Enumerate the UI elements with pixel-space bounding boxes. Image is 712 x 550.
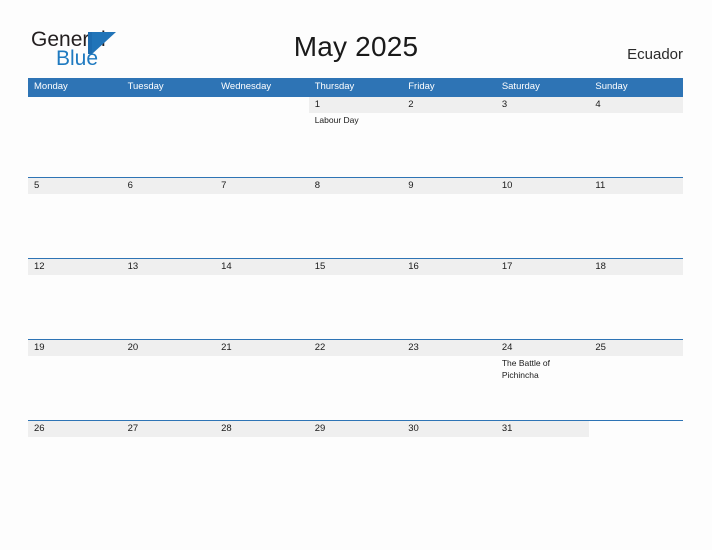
day-number: 26 (34, 423, 45, 434)
week-days-layer: 1 Labour Day 2 3 4 (28, 97, 683, 177)
calendar-day-cell[interactable]: 5 (28, 178, 122, 258)
calendar-day-cell[interactable]: 22 (309, 340, 403, 420)
calendar-day-cell[interactable]: 3 (496, 97, 590, 177)
day-events: The Battle of Pichincha (502, 358, 590, 381)
day-number: 2 (408, 99, 414, 110)
calendar-day-cell[interactable]: 20 (122, 340, 216, 420)
calendar-day-cell[interactable]: 30 (402, 421, 496, 501)
day-number: 22 (314, 342, 326, 353)
day-number: 29 (314, 423, 326, 434)
calendar-day-cell[interactable]: 14 (215, 259, 309, 339)
calendar-week-row: 12 13 14 15 16 17 18 (28, 258, 683, 339)
calendar-week-row: 5 6 7 8 9 10 11 (28, 177, 683, 258)
day-events: Labour Day (315, 115, 403, 127)
calendar-day-cell[interactable]: 13 (122, 259, 216, 339)
calendar-day-cell[interactable]: 6 (122, 178, 216, 258)
calendar-week-row: 26 27 28 29 30 31 (28, 420, 683, 501)
week-days-layer: 19 20 21 22 23 24 The Battle of Pichincha 25 (28, 340, 683, 420)
calendar-day-cell[interactable]: 4 (589, 97, 683, 177)
weekday-header-thursday: Thursday (314, 81, 355, 92)
day-number: 20 (127, 342, 139, 353)
weekday-header-saturday: Saturday (501, 81, 540, 92)
day-number: 13 (127, 261, 139, 272)
day-number: 6 (127, 180, 133, 191)
weekday-header-row: Monday Tuesday Wednesday Thursday Friday… (28, 78, 683, 96)
region-label: Ecuador (627, 46, 683, 63)
week-days-layer: 12 13 14 15 16 17 18 (28, 259, 683, 339)
calendar-day-cell[interactable]: 21 (215, 340, 309, 420)
weekday-header-wednesday: Wednesday (221, 81, 272, 92)
calendar-day-cell[interactable]: 7 (215, 178, 309, 258)
calendar-day-cell[interactable]: 16 (402, 259, 496, 339)
week-days-layer: 5 6 7 8 9 10 11 (28, 178, 683, 258)
calendar-day-cell[interactable]: 17 (496, 259, 590, 339)
calendar-day-cell[interactable]: 24 The Battle of Pichincha (496, 340, 590, 420)
calendar-day-cell[interactable]: 25 (589, 340, 683, 420)
day-number: 3 (501, 99, 508, 110)
day-number: 19 (34, 342, 45, 353)
day-number: 12 (34, 261, 45, 272)
calendar-day-cell-empty (28, 97, 122, 177)
day-number: 15 (314, 261, 326, 272)
calendar-day-cell[interactable]: 27 (122, 421, 216, 501)
day-number: 25 (595, 342, 606, 353)
calendar-day-cell[interactable]: 11 (589, 178, 683, 258)
day-number: 21 (221, 342, 232, 353)
calendar-day-cell[interactable]: 31 (496, 421, 590, 501)
calendar-day-cell[interactable]: 18 (589, 259, 683, 339)
holiday-event-label: The Battle of Pichincha (501, 358, 551, 380)
calendar-day-cell[interactable]: 12 (28, 259, 122, 339)
day-number: 11 (595, 180, 606, 191)
weekday-header-sunday: Sunday (595, 81, 628, 92)
calendar-weeks: 1 Labour Day 2 3 4 5 6 7 8 9 10 11 12 13 14 15 16 17 18 19 2… (28, 96, 683, 501)
day-number: 27 (127, 423, 139, 434)
calendar-week-row: 19 20 21 22 23 24 The Battle of Pichincha 25 (28, 339, 683, 420)
calendar-grid: Monday Tuesday Wednesday Thursday Friday… (28, 78, 683, 501)
page-title: May 2025 (293, 31, 419, 62)
day-number: 9 (408, 180, 414, 191)
day-number: 31 (501, 423, 513, 434)
day-number: 16 (408, 261, 419, 272)
day-number: 1 (314, 99, 320, 110)
calendar-day-cell[interactable]: 28 (215, 421, 309, 501)
day-number: 5 (34, 180, 40, 191)
calendar-day-cell-empty (215, 97, 309, 177)
weekday-header-monday: Monday (34, 81, 68, 92)
day-number: 10 (501, 180, 513, 191)
day-number: 17 (501, 261, 513, 272)
day-number: 14 (221, 261, 232, 272)
calendar-day-cell[interactable]: 15 (309, 259, 403, 339)
calendar-day-cell[interactable]: 26 (28, 421, 122, 501)
calendar-day-cell[interactable]: 9 (402, 178, 496, 258)
calendar-day-cell[interactable]: 2 (402, 97, 496, 177)
calendar-day-cell-empty (122, 97, 216, 177)
day-number: 7 (221, 180, 227, 191)
day-number: 8 (314, 180, 320, 191)
week-days-layer: 26 27 28 29 30 31 (28, 421, 683, 501)
calendar-week-row: 1 Labour Day 2 3 4 (28, 96, 683, 177)
calendar-day-cell[interactable]: 29 (309, 421, 403, 501)
calendar-day-cell[interactable]: 10 (496, 178, 590, 258)
calendar-day-cell[interactable]: 23 (402, 340, 496, 420)
weekday-header-tuesday: Tuesday (127, 81, 164, 92)
day-number: 30 (408, 423, 419, 434)
page-header: General Blue May 2025 Ecuador (0, 0, 712, 78)
calendar-day-cell-empty (589, 421, 683, 501)
weekday-header-friday: Friday (408, 81, 435, 92)
calendar-day-cell[interactable]: 19 (28, 340, 122, 420)
day-number: 18 (595, 261, 606, 272)
day-number: 23 (408, 342, 419, 353)
day-number: 4 (595, 99, 601, 110)
day-number: 28 (221, 423, 232, 434)
holiday-event-label: Labour Day (314, 115, 359, 125)
day-number: 24 (501, 342, 513, 353)
calendar-day-cell[interactable]: 1 Labour Day (309, 97, 403, 177)
calendar-day-cell[interactable]: 8 (309, 178, 403, 258)
